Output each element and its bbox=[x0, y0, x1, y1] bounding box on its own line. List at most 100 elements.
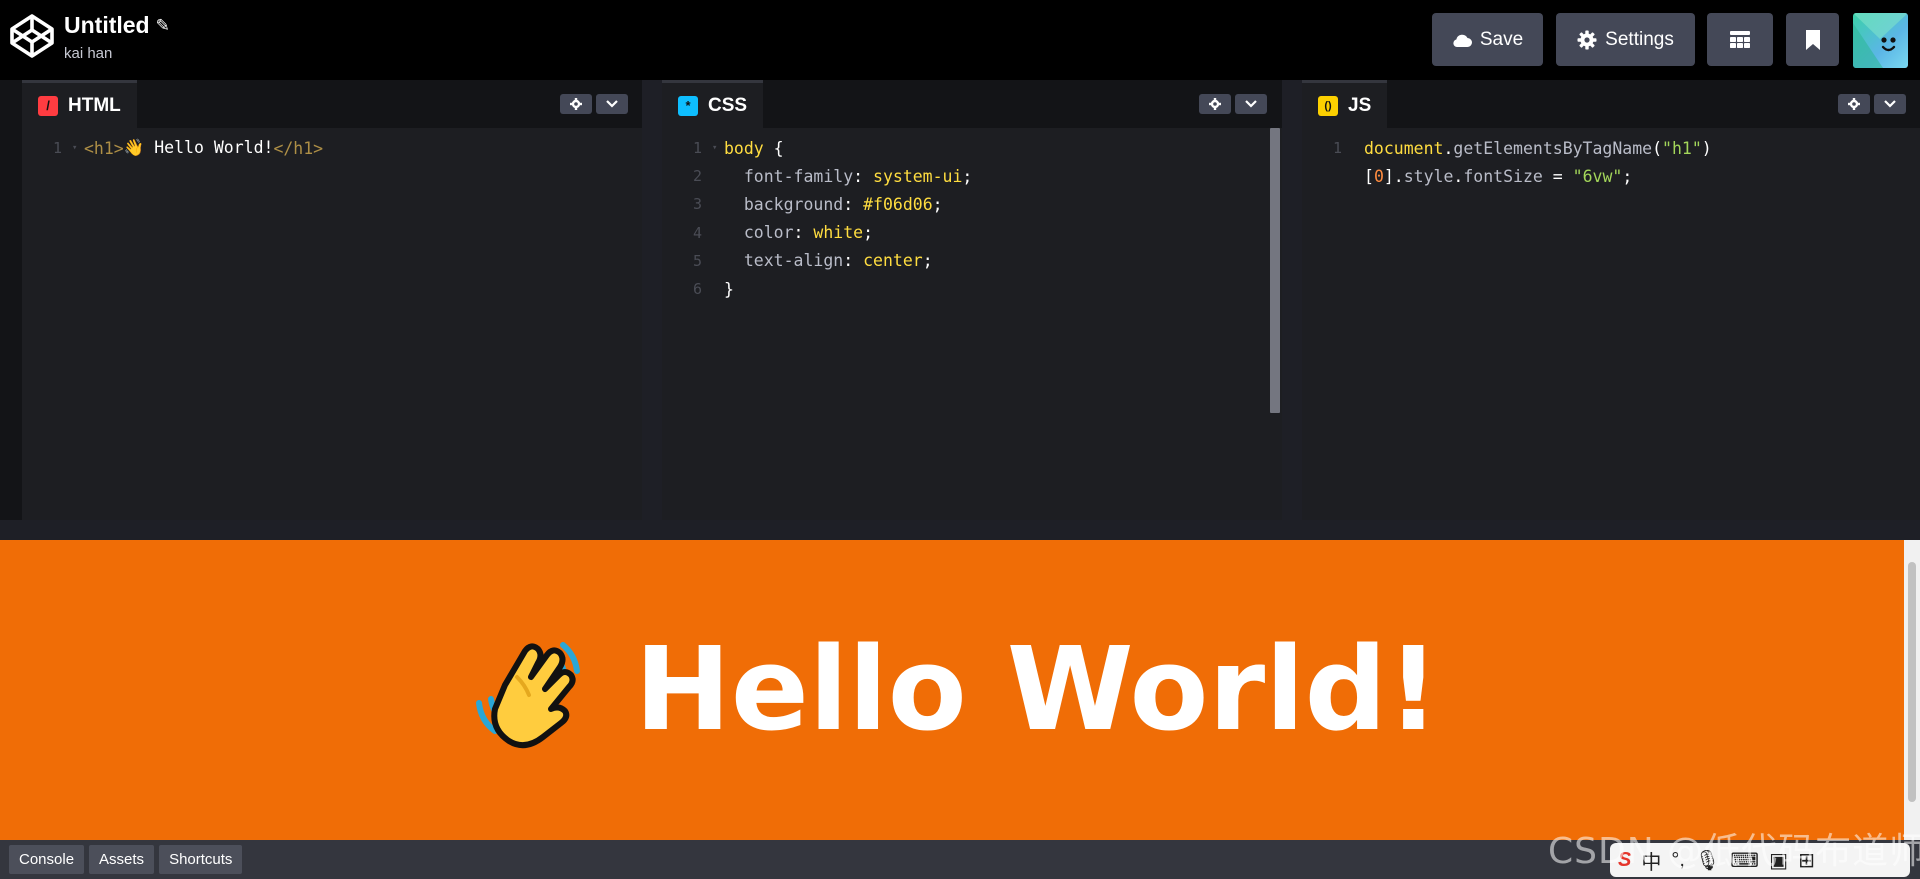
line-number: 2 bbox=[692, 167, 702, 186]
html-collapse-button[interactable] bbox=[596, 94, 628, 114]
gear-icon bbox=[1577, 30, 1597, 49]
code-token: 0 bbox=[1373, 166, 1384, 186]
code-line[interactable]: 6} bbox=[662, 275, 1282, 303]
code-token: body bbox=[724, 138, 774, 158]
code-line[interactable]: 1 ▾ body { bbox=[662, 134, 1282, 162]
chevron-down-icon bbox=[1245, 100, 1257, 108]
pencil-icon[interactable]: ✎ bbox=[156, 16, 170, 36]
html-pane-controls bbox=[560, 94, 628, 114]
line-number: 6 bbox=[692, 280, 702, 299]
cloud-icon bbox=[1453, 34, 1472, 47]
code-token: ( bbox=[1652, 138, 1663, 158]
code-line[interactable]: [0]. style. fontSize = "6vw"; bbox=[1302, 162, 1920, 190]
css-scrollbar[interactable] bbox=[1270, 128, 1280, 413]
code-line[interactable]: 2 font-family: system-ui; bbox=[662, 162, 1282, 190]
line-number: 5 bbox=[692, 251, 702, 270]
code-token: style bbox=[1403, 166, 1454, 186]
code-token: 👋 Hello World! bbox=[123, 138, 274, 158]
gear-icon bbox=[1209, 98, 1221, 110]
code-token: color bbox=[724, 223, 794, 243]
code-line[interactable]: 3 background: #f06d06; bbox=[662, 190, 1282, 218]
css-pane-controls bbox=[1199, 94, 1267, 114]
user-avatar[interactable] bbox=[1853, 13, 1908, 68]
js-code[interactable]: 1 document. getElementsByTagName("h1")[0].… bbox=[1302, 134, 1920, 190]
tab-js[interactable]: () JS bbox=[1302, 80, 1388, 128]
html-code[interactable]: 1 ▾ <h1> 👋 Hello World! </h1> bbox=[22, 134, 642, 162]
code-token: = bbox=[1542, 166, 1573, 186]
line-number: 1 bbox=[52, 139, 62, 158]
tab-html-label: HTML bbox=[68, 94, 121, 116]
js-collapse-button[interactable] bbox=[1874, 94, 1906, 114]
css-settings-button[interactable] bbox=[1199, 94, 1231, 114]
code-token: background bbox=[724, 194, 844, 214]
code-line[interactable]: 5 text-align: center; bbox=[662, 247, 1282, 275]
tab-css[interactable]: * CSS bbox=[662, 80, 764, 128]
chevron-down-icon bbox=[606, 100, 618, 108]
code-token: ) bbox=[1701, 138, 1712, 158]
change-view-button[interactable] bbox=[1707, 13, 1773, 66]
tab-js-label: JS bbox=[1348, 94, 1372, 116]
preview-resizer[interactable] bbox=[0, 520, 1920, 540]
code-token: [ bbox=[1364, 166, 1374, 186]
pen-title[interactable]: Untitled ✎ bbox=[64, 12, 170, 39]
code-line[interactable]: 1 document. getElementsByTagName("h1") bbox=[1302, 134, 1920, 162]
settings-button[interactable]: Settings bbox=[1556, 13, 1695, 66]
code-token: </h1> bbox=[273, 138, 324, 158]
result-preview: Hello World! bbox=[0, 540, 1904, 840]
code-token: : bbox=[843, 194, 864, 214]
line-number: 1 bbox=[692, 139, 702, 158]
pen-title-text[interactable]: Untitled bbox=[64, 12, 150, 39]
preview-scrollbar[interactable] bbox=[1904, 540, 1920, 840]
css-code[interactable]: 1 ▾ body {2 font-family: system-ui; 3 backg… bbox=[662, 134, 1282, 303]
code-line[interactable]: 4 color: white; bbox=[662, 219, 1282, 247]
code-token: "6vw" bbox=[1572, 166, 1623, 186]
csdn-watermark: CSDN @低代码布道师 bbox=[1548, 831, 1920, 872]
html-editor-pane: / HTML 1 ▾ <h1> 👋 Hello World! </h1> bbox=[22, 80, 642, 520]
left-edge bbox=[0, 80, 22, 520]
code-token: { bbox=[773, 138, 784, 158]
code-token: fontSize bbox=[1463, 166, 1543, 186]
js-file-icon: () bbox=[1318, 95, 1338, 116]
js-editor-pane: () JS 1 document. getElementsByTagName("h1… bbox=[1302, 80, 1920, 520]
code-token: <h1> bbox=[84, 138, 124, 158]
tab-css-label: CSS bbox=[708, 94, 748, 116]
js-settings-button[interactable] bbox=[1838, 94, 1870, 114]
code-token: text-align bbox=[724, 251, 844, 271]
bookmark-button[interactable] bbox=[1786, 13, 1839, 66]
code-token: ; bbox=[932, 194, 943, 214]
js-pane-header bbox=[1302, 80, 1920, 128]
code-token: ; bbox=[962, 166, 973, 186]
bookmark-icon bbox=[1805, 29, 1820, 50]
code-token: "h1" bbox=[1662, 138, 1702, 158]
chevron-down-icon bbox=[1884, 100, 1896, 108]
author-name[interactable]: kai han bbox=[64, 45, 170, 62]
code-token: #f06d06 bbox=[863, 194, 933, 214]
css-editor-pane: * CSS 1 ▾ body {2 font-family: system-ui; 3… bbox=[662, 80, 1282, 520]
fold-arrow-icon[interactable]: ▾ bbox=[712, 143, 724, 153]
pane-resizer-1[interactable] bbox=[642, 80, 664, 520]
pane-resizer-2[interactable] bbox=[1282, 80, 1304, 520]
html-settings-button[interactable] bbox=[560, 94, 592, 114]
editor-area: / HTML 1 ▾ <h1> 👋 Hello World! </h1> * C… bbox=[0, 80, 1920, 520]
code-line[interactable]: 1 ▾ <h1> 👋 Hello World! </h1> bbox=[22, 134, 642, 162]
code-token: document bbox=[1364, 138, 1444, 158]
line-number: 4 bbox=[692, 223, 702, 242]
preview-scroll-thumb[interactable] bbox=[1908, 562, 1916, 802]
code-token: : bbox=[843, 251, 864, 271]
gear-icon bbox=[570, 98, 582, 110]
code-token: font-family bbox=[724, 166, 854, 186]
code-token: ; bbox=[863, 223, 874, 243]
assets-button[interactable]: Assets bbox=[89, 845, 155, 874]
shortcuts-button[interactable]: Shortcuts bbox=[159, 845, 243, 874]
pen-title-block: Untitled ✎ kai han bbox=[64, 12, 170, 62]
console-button[interactable]: Console bbox=[9, 845, 85, 874]
css-collapse-button[interactable] bbox=[1235, 94, 1267, 114]
codepen-logo-icon[interactable] bbox=[8, 12, 56, 60]
tab-html[interactable]: / HTML bbox=[22, 80, 137, 128]
code-token: ; bbox=[1622, 166, 1633, 186]
waving-hand-icon bbox=[475, 642, 580, 749]
fold-arrow-icon[interactable]: ▾ bbox=[72, 143, 84, 153]
code-token: ]. bbox=[1383, 166, 1404, 186]
save-button[interactable]: Save bbox=[1432, 13, 1543, 66]
code-token: : bbox=[853, 166, 874, 186]
